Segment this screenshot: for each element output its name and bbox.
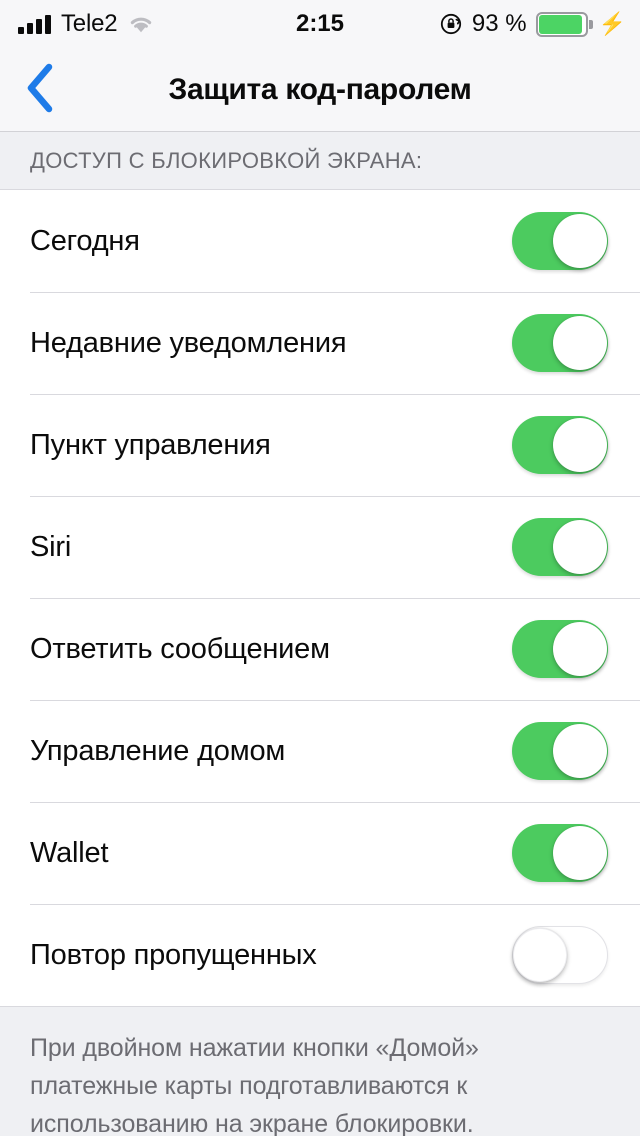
row-label: Wallet <box>30 836 109 869</box>
rotation-lock-icon <box>439 12 463 36</box>
toggle-switch[interactable] <box>512 824 608 882</box>
toggle-knob <box>553 724 607 778</box>
toggle-knob <box>553 520 607 574</box>
navigation-bar: Защита код-паролем <box>0 48 640 132</box>
row-label: Сегодня <box>30 224 140 257</box>
toggle-switch[interactable] <box>512 212 608 270</box>
clock-label: 2:15 <box>295 10 345 37</box>
row-label: Siri <box>30 530 72 563</box>
status-bar-right: 93 % ⚡ <box>439 0 626 48</box>
table-row[interactable]: Ответить сообщением <box>0 598 640 700</box>
table-row[interactable]: Повтор пропущенных <box>0 904 640 1006</box>
row-label: Недавние уведомления <box>30 326 347 359</box>
toggle-switch[interactable] <box>512 722 608 780</box>
table-row[interactable]: Недавние уведомления <box>0 292 640 394</box>
row-label: Повтор пропущенных <box>30 938 317 971</box>
toggle-switch[interactable] <box>512 620 608 678</box>
toggle-knob <box>513 928 567 982</box>
toggle-switch[interactable] <box>512 416 608 474</box>
battery-icon <box>535 11 593 37</box>
row-label: Пункт управления <box>30 428 271 461</box>
back-button[interactable] <box>8 48 72 132</box>
toggle-knob <box>553 214 607 268</box>
section-footer-text: При двойном нажатии кнопки «Домой» плате… <box>30 1034 479 1136</box>
section-header-label: ДОСТУП С БЛОКИРОВКОЙ ЭКРАНА: <box>30 147 423 173</box>
toggle-switch[interactable] <box>512 314 608 372</box>
row-label: Управление домом <box>30 734 286 767</box>
table-row[interactable]: Siri <box>0 496 640 598</box>
table-row[interactable]: Wallet <box>0 802 640 904</box>
page-title: Защита код-паролем <box>168 72 472 106</box>
table-row[interactable]: Пункт управления <box>0 394 640 496</box>
iphone-settings-screen: Tele2 2:15 93 % ⚡ Защита код-паролем ДОС… <box>0 0 640 1136</box>
section-header: ДОСТУП С БЛОКИРОВКОЙ ЭКРАНА: <box>0 132 640 190</box>
toggle-knob <box>553 622 607 676</box>
chevron-left-icon <box>23 61 57 120</box>
status-bar: Tele2 2:15 93 % ⚡ <box>0 0 640 48</box>
row-label: Ответить сообщением <box>30 632 330 665</box>
section-footer: При двойном нажатии кнопки «Домой» плате… <box>0 1006 640 1136</box>
battery-percent-label: 93 % <box>471 10 527 37</box>
table-row[interactable]: Управление домом <box>0 700 640 802</box>
lightning-bolt-icon: ⚡ <box>598 11 626 36</box>
toggle-knob <box>553 316 607 370</box>
settings-list: Сегодня Недавние уведомления Пункт управ… <box>0 190 640 1006</box>
toggle-switch[interactable] <box>512 926 608 984</box>
toggle-knob <box>553 826 607 880</box>
toggle-knob <box>553 418 607 472</box>
table-row[interactable]: Сегодня <box>0 190 640 292</box>
toggle-switch[interactable] <box>512 518 608 576</box>
